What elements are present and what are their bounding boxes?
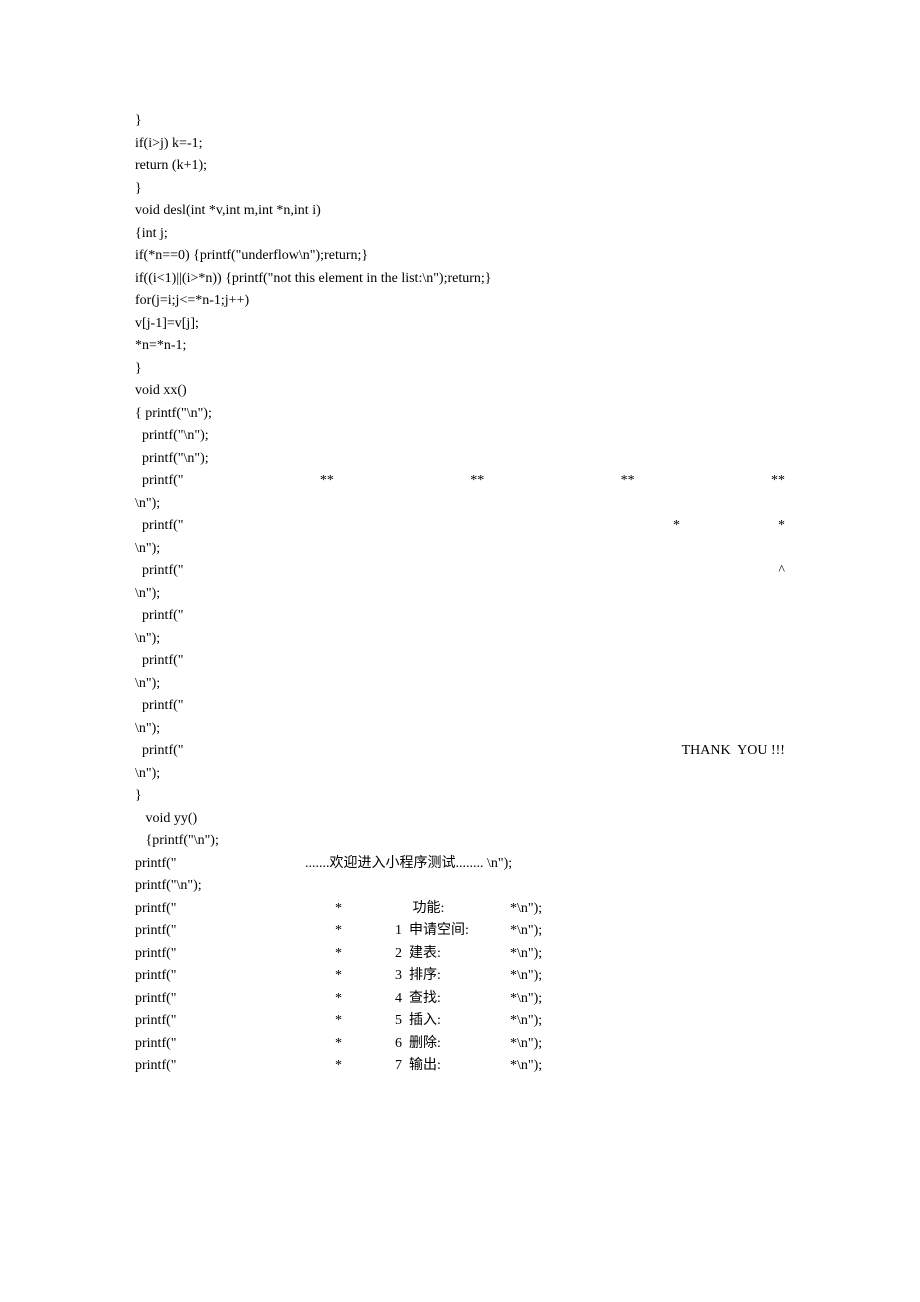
segment: * — [335, 898, 395, 921]
menu-line: printf(" * 6 删除: *\n"); — [135, 1033, 785, 1056]
code-line: \n"); — [135, 538, 785, 561]
code-line-welcome: printf(" .......欢迎进入小程序测试........ \n"); — [135, 853, 785, 876]
code-line: { printf("\n"); — [135, 403, 785, 426]
segment: *\n"); — [510, 920, 542, 943]
segment: * — [335, 988, 395, 1011]
segment: * — [778, 515, 785, 538]
segment: * — [673, 515, 680, 538]
segment: ** — [621, 470, 635, 493]
code-line: for(j=i;j<=*n-1;j++) — [135, 290, 785, 313]
menu-line: printf(" * 4 查找: *\n"); — [135, 988, 785, 1011]
segment: printf(" — [135, 560, 183, 583]
segment: printf(" — [135, 853, 305, 876]
segment: printf(" — [135, 740, 675, 763]
code-line: \n"); — [135, 763, 785, 786]
code-line: \n"); — [135, 718, 785, 741]
code-line: *n=*n-1; — [135, 335, 785, 358]
segment: 功能: — [395, 898, 510, 921]
code-line: } — [135, 358, 785, 381]
code-line-thank: printf(" THANK YOU !!! — [135, 740, 785, 763]
code-line: if(i>j) k=-1; — [135, 133, 785, 156]
segment: *\n"); — [510, 1055, 542, 1078]
code-line: if((i<1)||(i>*n)) {printf("not this elem… — [135, 268, 785, 291]
segment: *\n"); — [510, 898, 542, 921]
segment: * — [335, 943, 395, 966]
menu-line: printf(" * 5 插入: *\n"); — [135, 1010, 785, 1033]
segment: printf(" — [135, 943, 335, 966]
segment: printf(" — [135, 965, 335, 988]
segment: printf(" — [135, 470, 183, 493]
segment: *\n"); — [510, 988, 542, 1011]
code-line: printf("\n"); — [135, 425, 785, 448]
segment: 1 申请空间: — [395, 920, 510, 943]
segment: *\n"); — [510, 965, 542, 988]
segment: printf(" — [135, 1033, 335, 1056]
code-line: } — [135, 110, 785, 133]
code-line-caret: printf(" ^ — [135, 560, 785, 583]
code-line: \n"); — [135, 583, 785, 606]
segment: 4 查找: — [395, 988, 510, 1011]
code-line: \n"); — [135, 493, 785, 516]
segment: printf(" — [135, 920, 335, 943]
menu-line: printf(" * 1 申请空间: *\n"); — [135, 920, 785, 943]
code-line: v[j-1]=v[j]; — [135, 313, 785, 336]
menu-line: printf(" * 功能: *\n"); — [135, 898, 785, 921]
code-line: printf(" — [135, 605, 785, 628]
segment: ** — [771, 470, 785, 493]
segment: printf(" — [135, 1055, 335, 1078]
document-page: } if(i>j) k=-1; return (k+1); } void des… — [0, 0, 920, 1178]
segment: * — [335, 1033, 395, 1056]
segment: *\n"); — [510, 943, 542, 966]
code-line: \n"); — [135, 673, 785, 696]
segment: *\n"); — [510, 1033, 542, 1056]
segment: * — [335, 965, 395, 988]
code-line: void yy() — [135, 808, 785, 831]
code-line: void desl(int *v,int m,int *n,int i) — [135, 200, 785, 223]
menu-line: printf(" * 3 排序: *\n"); — [135, 965, 785, 988]
code-line: printf(" — [135, 695, 785, 718]
segment: printf(" — [135, 988, 335, 1011]
code-line: {int j; — [135, 223, 785, 246]
segment: ** — [320, 470, 334, 493]
code-line: if(*n==0) {printf("underflow\n");return;… — [135, 245, 785, 268]
code-line: void xx() — [135, 380, 785, 403]
segment: printf(" — [135, 1010, 335, 1033]
code-line: {printf("\n"); — [135, 830, 785, 853]
segment: ^ — [778, 560, 785, 583]
code-line: printf("\n"); — [135, 448, 785, 471]
segment: * — [335, 1055, 395, 1078]
segment: * — [335, 920, 395, 943]
code-line: } — [135, 178, 785, 201]
segment: 5 插入: — [395, 1010, 510, 1033]
segment: 6 删除: — [395, 1033, 510, 1056]
segment: ** — [470, 470, 484, 493]
code-line: printf("\n"); — [135, 875, 785, 898]
menu-line: printf(" * 2 建表: *\n"); — [135, 943, 785, 966]
segment: printf(" — [135, 898, 335, 921]
code-line: printf(" — [135, 650, 785, 673]
segment: 7 输出: — [395, 1055, 510, 1078]
menu-line: printf(" * 7 输出: *\n"); — [135, 1055, 785, 1078]
segment: 2 建表: — [395, 943, 510, 966]
code-line-stars: printf(" * * — [135, 515, 785, 538]
segment: THANK — [682, 740, 731, 763]
code-line: \n"); — [135, 628, 785, 651]
code-line-stars: printf(" ** ** ** ** — [135, 470, 785, 493]
segment: *\n"); — [510, 1010, 542, 1033]
segment: YOU !!! — [737, 740, 785, 763]
code-line: return (k+1); — [135, 155, 785, 178]
segment: .......欢迎进入小程序测试........ \n"); — [305, 853, 512, 876]
segment: printf(" — [135, 515, 575, 538]
segment: * — [335, 1010, 395, 1033]
segment: 3 排序: — [395, 965, 510, 988]
code-line: } — [135, 785, 785, 808]
